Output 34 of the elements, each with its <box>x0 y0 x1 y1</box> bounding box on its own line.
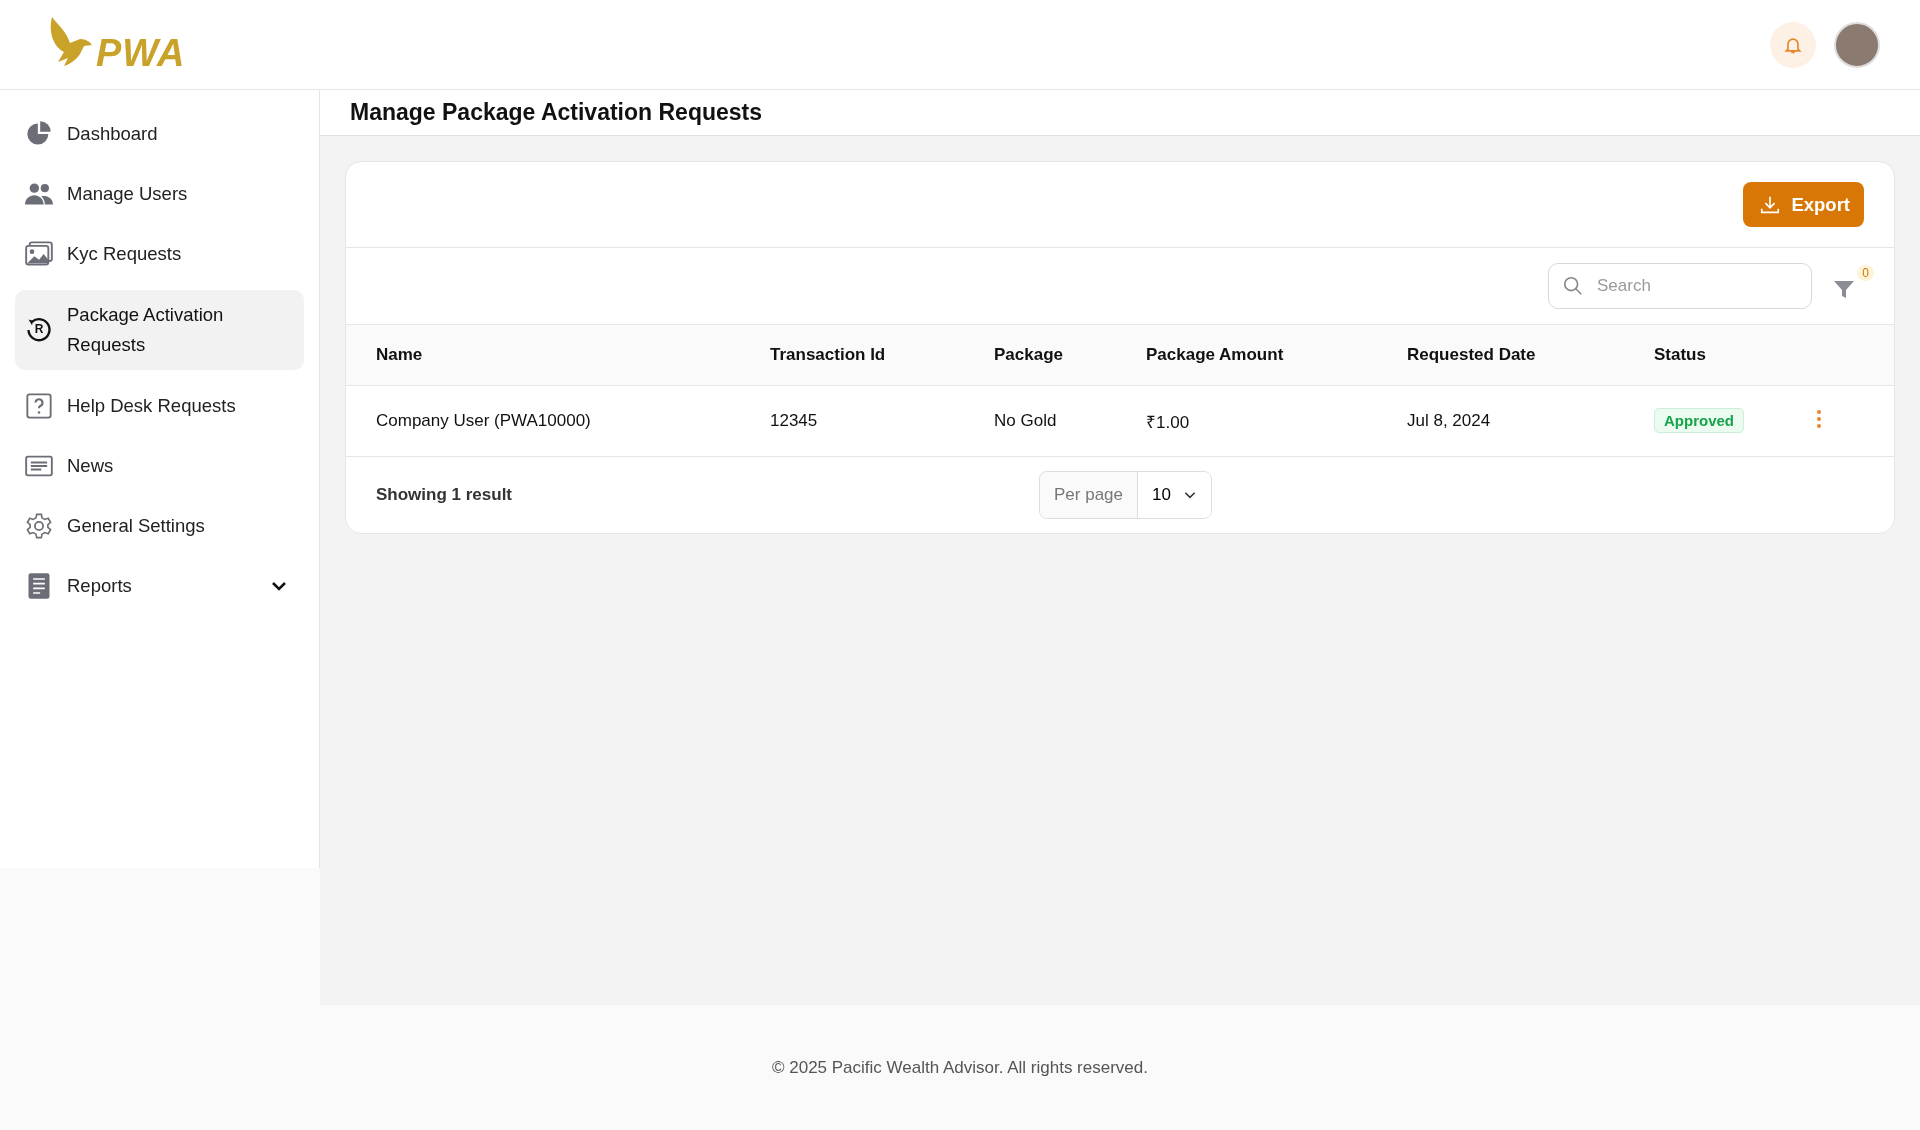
column-header: Transaction Id <box>770 345 886 364</box>
column-header: Package <box>994 345 1063 364</box>
images-icon <box>25 240 53 268</box>
column-header: Package Amount <box>1146 345 1284 364</box>
sidebar-item[interactable]: News <box>15 442 304 490</box>
copyright-text: © 2025 Pacific Wealth Advisor. All rights reserved. <box>772 1057 1148 1078</box>
sidebar-item[interactable]: Manage Users <box>15 170 304 218</box>
logo: PWA <box>44 14 186 75</box>
search-icon <box>1562 275 1584 297</box>
document-icon <box>25 572 53 600</box>
search-field[interactable]: Search <box>1548 263 1812 309</box>
sidebar-item[interactable]: Dashboard <box>15 110 304 158</box>
table-cell: No Gold <box>994 411 1057 430</box>
column-header: Name <box>376 345 423 364</box>
column-header: Status <box>1654 345 1706 364</box>
filter-count-badge: 0 <box>1857 265 1874 281</box>
question-icon <box>25 392 53 420</box>
table-cell: ₹1.00 <box>1146 412 1190 432</box>
per-page-label: Per page <box>1040 472 1138 518</box>
table-cell: Jul 8, 2024 <box>1407 411 1491 430</box>
sidebar-item[interactable]: Kyc Requests <box>15 230 304 278</box>
status-badge: Approved <box>1654 408 1744 433</box>
column-header: Requested Date <box>1407 345 1536 364</box>
result-summary: Showing 1 result <box>376 485 514 505</box>
sidebar-item[interactable]: Help Desk Requests <box>15 382 304 430</box>
notification-button[interactable] <box>1770 21 1816 68</box>
avatar[interactable] <box>1834 21 1880 68</box>
table-cell: 12345 <box>770 411 818 430</box>
page-title: Manage Package Activation Requests <box>320 90 1920 136</box>
settings-icon <box>25 512 53 540</box>
sidebar-item[interactable]: R Package Activation Requests <box>15 290 304 370</box>
sidebar-item[interactable]: Reports <box>15 562 304 610</box>
sidebar-item[interactable]: General Settings <box>15 502 304 550</box>
table-cell: Company User (PWA10000) <box>376 411 591 430</box>
